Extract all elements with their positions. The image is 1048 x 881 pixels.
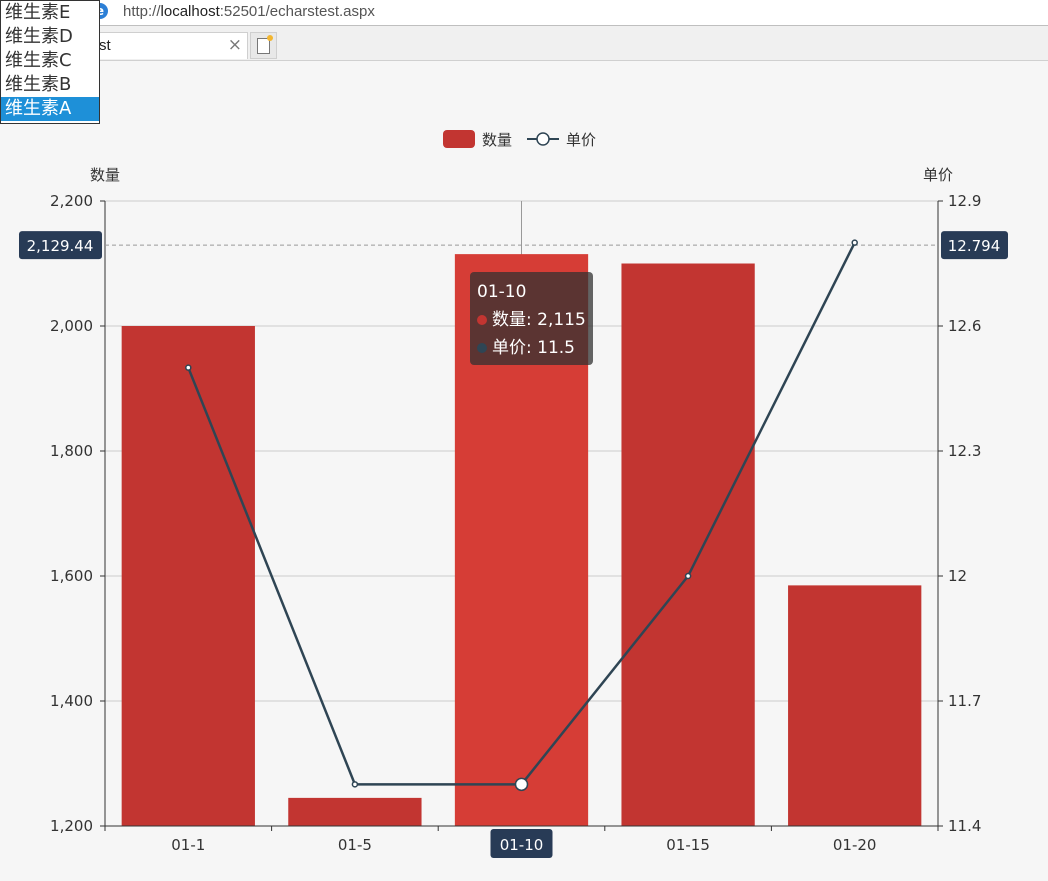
y-left-tick-label: 1,200 xyxy=(50,817,93,835)
y-left-axis-name: 数量 xyxy=(90,166,120,184)
y-left-tick-label: 1,800 xyxy=(50,442,93,460)
tooltip-row-price: 单价: 11.5 xyxy=(477,335,593,363)
tab-title: st xyxy=(99,37,111,54)
legend-quantity: 数量 xyxy=(482,131,512,149)
new-tab-icon xyxy=(257,35,273,54)
x-tick-label: 01-10 xyxy=(500,836,544,854)
y-right-tick-label: 12.9 xyxy=(948,192,981,210)
x-tick-label: 01-5 xyxy=(338,836,372,854)
close-icon[interactable]: × xyxy=(228,35,242,55)
y-left-tick-label: 1,400 xyxy=(50,692,93,710)
bar xyxy=(788,585,922,826)
bar xyxy=(121,326,255,826)
y-left-tick-label: 2,000 xyxy=(50,317,93,335)
tooltip-title: 01-10 xyxy=(477,282,527,302)
y-right-tick-label: 12 xyxy=(948,567,967,585)
legend-bar-swatch xyxy=(443,130,475,148)
vitamin-dropdown-list[interactable]: 维生素E 维生素D 维生素C 维生素B 维生素A xyxy=(0,0,100,124)
price-point xyxy=(351,781,359,788)
price-point xyxy=(851,239,858,246)
combo-chart: 1,200 1,400 1,600 1,800 2,000 2,200 11.4 11.7 12… xyxy=(19,130,1008,858)
tooltip-dot-line xyxy=(477,343,487,353)
bar xyxy=(288,797,422,826)
y-left-tick-label: 1,600 xyxy=(50,567,93,585)
y-left-tick-label: 2,200 xyxy=(50,192,93,210)
dropdown-option[interactable]: 维生素D xyxy=(1,25,99,49)
axis-pointer-right-label: 12.794 xyxy=(948,237,1001,255)
tooltip-quantity: 数量: 2,115 xyxy=(492,310,586,330)
y-right-tick-label: 11.4 xyxy=(948,817,981,835)
url-text[interactable]: http://localhost:52501/echarstest.aspx xyxy=(123,3,375,20)
tooltip-row-quantity: 数量: 2,115 xyxy=(477,307,593,335)
dropdown-option[interactable]: 维生素C xyxy=(1,49,99,73)
x-tick-label: 01-1 xyxy=(171,836,205,854)
legend-line-marker xyxy=(536,132,550,146)
y-right-tick-label: 12.3 xyxy=(948,442,981,460)
dropdown-option[interactable]: 维生素A xyxy=(1,97,99,121)
y-right-axis-name: 单价 xyxy=(923,166,953,184)
address-bar[interactable]: e http://localhost:52501/echarstest.aspx xyxy=(0,0,1048,26)
price-point xyxy=(684,572,692,580)
legend-price: 单价 xyxy=(566,131,596,149)
dropdown-option[interactable]: 维生素B xyxy=(1,73,99,97)
tooltip-dot-bar xyxy=(477,315,487,325)
tab-strip: st × xyxy=(0,26,1048,61)
chart-tooltip: 01-10 数量: 2,115 单价: 11.5 xyxy=(470,272,593,365)
price-point xyxy=(514,777,529,792)
y-right-tick-label: 12.6 xyxy=(948,317,981,335)
axis-pointer-left-label: 2,129.44 xyxy=(27,237,94,255)
x-tick-label: 01-20 xyxy=(833,836,877,854)
dropdown-option[interactable]: 维生素E xyxy=(1,1,99,25)
tooltip-price: 单价: 11.5 xyxy=(492,338,575,358)
price-point xyxy=(185,364,192,371)
x-tick-label: 01-15 xyxy=(666,836,710,854)
y-right-tick-label: 11.7 xyxy=(948,692,981,710)
new-tab-button[interactable] xyxy=(250,32,277,59)
bar xyxy=(621,263,755,826)
